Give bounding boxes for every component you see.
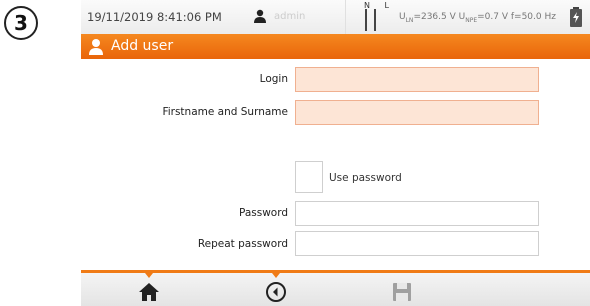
back-pointer [272,273,280,278]
save-icon[interactable] [391,281,413,303]
page-title: Add user [111,38,174,54]
status-bar: 19/11/2019 8:41:06 PM admin N L ULN=236.… [81,0,590,35]
status-datetime: 19/11/2019 8:41:06 PM [87,10,222,24]
name-field[interactable] [295,100,539,125]
status-username: admin [274,11,306,22]
name-label: Firstname and Surname [162,106,288,118]
repeat-password-field[interactable] [295,231,539,256]
user-icon [254,9,266,23]
battery-icon [570,7,582,27]
title-bar: Add user [81,34,590,59]
phase-indicator-icon [365,9,376,31]
password-field[interactable] [295,201,539,226]
home-icon[interactable] [138,281,160,303]
repeat-password-label: Repeat password [197,238,288,250]
password-label: Password [238,207,288,219]
measurement-readout: ULN=236.5 V UNPE=0.7 V f=50.0 Hz [399,12,556,24]
add-user-icon [89,39,103,55]
login-label: Login [259,73,288,85]
status-divider [345,0,346,34]
device-screen: 19/11/2019 8:41:06 PM admin N L ULN=236.… [81,0,590,306]
bottom-toolbar [81,270,590,306]
use-password-checkbox[interactable] [295,161,323,193]
home-pointer [145,273,153,278]
use-password-label: Use password [329,172,402,184]
step-number-badge: 3 [4,6,38,40]
back-icon[interactable] [265,281,287,303]
login-field[interactable] [295,67,539,92]
